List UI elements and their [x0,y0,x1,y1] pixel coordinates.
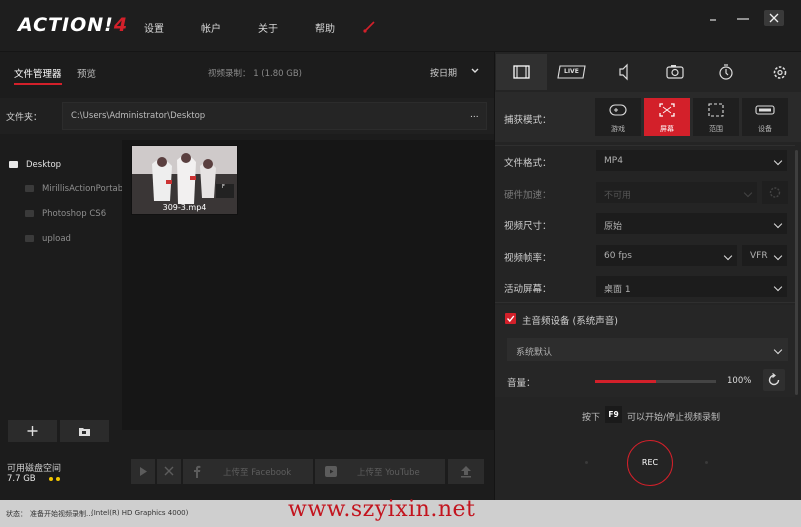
live-label: LIVE [564,68,579,75]
tab-schedule[interactable] [700,54,751,90]
watermark: www.szyixin.net [288,497,476,522]
chevron-down-icon[interactable] [470,66,480,76]
volume-label: 音量： [507,378,536,389]
chevron-down-icon [773,219,783,229]
tree-item-desktop[interactable]: Desktop [26,160,61,170]
audio-checkbox[interactable] [505,313,516,324]
active-screen-select[interactable]: 桌面 1 [595,275,788,298]
play-button[interactable] [131,459,155,484]
file-format-label: 文件格式： [504,158,552,169]
video-filename: 309-3.mp4 [162,203,207,212]
minimize-icon[interactable] [703,10,723,26]
mode-game-label: 游戏 [611,125,625,133]
rec-button[interactable]: REC [627,440,673,486]
chevron-down-icon [723,251,733,261]
tree-item-mirillis[interactable]: MirillisActionPortable [42,184,131,194]
volume-value: 100% [727,376,752,386]
upload-facebook-button[interactable]: 上传至 Facebook [183,459,313,484]
folder-icon [25,235,34,242]
screenshot-indicator [705,461,708,464]
tree-item-upload[interactable]: upload [42,234,71,244]
upload-youtube-button[interactable]: 上传至 YouTube [315,459,445,484]
mode-device-label: 设备 [758,125,772,133]
folder-tree [0,140,122,420]
tree-item-photoshop[interactable]: Photoshop CS6 [42,209,106,219]
chevron-down-icon [773,251,783,261]
add-folder-button[interactable] [8,420,57,442]
capture-mode-label: 捕获模式： [504,115,552,126]
hw-accel-select: 不可用 [595,181,758,204]
disk-space-label: 可用磁盘空间 [7,464,62,474]
menu-help[interactable]: 帮助 [315,20,335,35]
file-format-select[interactable]: MP4 [595,149,788,172]
delete-button[interactable] [157,459,181,484]
app-logo: ACTION!4 [18,14,129,36]
menu-settings[interactable]: 设置 [144,20,164,35]
folder-icon [25,185,34,192]
settings-scrollbar[interactable] [795,150,798,395]
volume-slider-fill [595,380,656,383]
tab-preview[interactable]: 预览 [77,66,96,80]
reset-volume-icon[interactable] [763,369,785,391]
mode-screen-label: 屏幕 [660,125,674,133]
tray-minimize-icon[interactable] [733,10,753,26]
active-screen-value: 桌面 1 [604,285,631,295]
video-size-value: 原始 [604,222,623,232]
tab-live[interactable]: LIVE [547,54,598,90]
hw-accel-value: 不可用 [604,191,632,201]
mode-region-label: 范围 [709,125,723,133]
tab-video[interactable] [496,54,547,90]
status-dot [56,477,60,481]
audio-checkbox-label: 主音频设备 (系统声音) [522,316,618,327]
tab-file-manager[interactable]: 文件管理器 [14,66,62,85]
divider [495,145,795,146]
hw-accel-label: 硬件加速： [504,190,552,201]
status-label: 状态： [6,510,27,518]
chevron-down-icon [773,156,783,166]
hotkey-badge: F9 [605,406,622,423]
video-size-label: 视频尺寸： [504,221,552,232]
chevron-down-icon [773,282,783,292]
frame-mode-value: VFR [750,251,768,261]
open-folder-button[interactable] [60,420,109,442]
chevron-down-icon [743,188,753,198]
frame-rate-label: 视频帧率： [504,253,552,264]
gpu-info: (Intel(R) HD Graphics 4000) [91,509,189,517]
status-dot [49,477,53,481]
folder-icon [25,210,34,217]
upload-button[interactable] [448,459,484,484]
status-text: 准备开始视频录制... [30,510,93,518]
brush-icon[interactable] [362,20,376,34]
folder-path-field[interactable]: C:\Users\Administrator\Desktop [62,102,487,130]
pause-indicator [585,461,588,464]
hint-prefix: 按下 [582,413,601,423]
active-screen-label: 活动屏幕： [504,284,552,295]
hint-suffix: 可以开始/停止视频录制 [627,413,721,423]
frame-rate-select[interactable]: 60 fps [595,244,738,267]
video-size-select[interactable]: 原始 [595,212,788,235]
divider [495,302,795,303]
tab-audio[interactable] [598,54,649,90]
file-format-value: MP4 [604,156,623,166]
audio-device-select[interactable]: 系统默认 [507,338,788,361]
menu-account[interactable]: 帐户 [201,20,221,35]
browse-folder-button[interactable]: ... [470,110,479,120]
recording-count: 视频录制： 1 (1.80 GB) [208,69,302,79]
folder-label: 文件夹： [6,113,43,123]
audio-device-value: 系统默认 [516,348,553,358]
menu-about[interactable]: 关于 [258,20,278,35]
close-icon[interactable] [764,10,784,26]
tab-screenshot[interactable] [649,54,700,90]
sort-dropdown[interactable]: 按日期 [430,66,457,79]
frame-mode-select[interactable]: VFR [741,244,788,267]
disk-space-value: 7.7 GB [7,474,36,484]
hw-accel-settings-icon [762,181,788,204]
thumbnail-badge: F [222,184,225,190]
chevron-down-icon [773,345,783,355]
frame-rate-value: 60 fps [604,251,632,261]
folder-icon [9,161,18,168]
tab-settings[interactable] [751,54,801,90]
